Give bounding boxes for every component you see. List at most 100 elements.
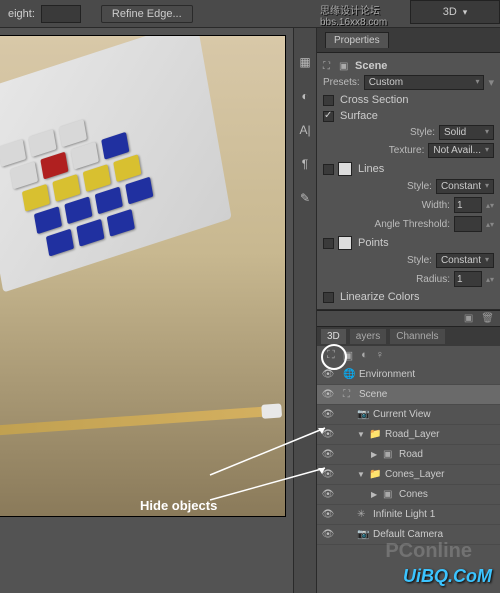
properties-tab[interactable]: Properties: [325, 32, 389, 48]
radius-label: Radius:: [341, 274, 450, 285]
tree-item-label: Road_Layer: [385, 429, 439, 440]
tree-item-infinite-light-1[interactable]: 👁 ✳ Infinite Light 1: [317, 505, 500, 525]
angle-threshold-label: Angle Threshold:: [341, 219, 450, 230]
cross-section-checkbox[interactable]: [323, 95, 334, 106]
tree-item-current-view[interactable]: 👁 📷 Current View: [317, 405, 500, 425]
image-content-pencil: [0, 406, 270, 436]
3d-tree: 👁🌐Environment👁⛶Scene👁📷Current View👁▼📁Roa…: [317, 365, 500, 593]
surface-label: Surface: [340, 110, 378, 122]
tree-item-label: Environment: [359, 369, 415, 380]
height-label: eight:: [8, 8, 35, 20]
trash-icon[interactable]: 🗑: [481, 313, 494, 324]
properties-panel-tabs: Properties: [317, 28, 500, 53]
points-color-swatch[interactable]: [338, 236, 352, 250]
visibility-eye-icon[interactable]: 👁: [321, 468, 335, 482]
filter-mesh-icon[interactable]: ▣: [343, 349, 353, 362]
properties-footer: ▣ 🗑: [317, 310, 500, 326]
tool-presets-icon[interactable]: ✎: [297, 190, 313, 206]
lines-style-dropdown[interactable]: Constant: [436, 179, 494, 194]
width-stepper-icon[interactable]: ▴▾: [486, 201, 494, 210]
visibility-eye-icon[interactable]: 👁: [321, 428, 335, 442]
adjustments-icon[interactable]: ◐: [297, 88, 313, 104]
tree-item-cones[interactable]: 👁 ▶ ▣ Cones: [317, 485, 500, 505]
disclosure-triangle-icon[interactable]: ▶: [371, 450, 379, 459]
visibility-eye-icon[interactable]: 👁: [321, 448, 335, 462]
tree-item-environment[interactable]: 👁 🌐 Environment: [317, 365, 500, 385]
tree-item-label: Scene: [359, 389, 387, 400]
visibility-eye-icon[interactable]: 👁: [321, 388, 335, 402]
width-field[interactable]: [454, 197, 482, 213]
tree-item-label: Cones_Layer: [385, 469, 444, 480]
disclosure-triangle-icon[interactable]: ▼: [357, 430, 365, 439]
points-label: Points: [358, 237, 389, 249]
angle-stepper-icon[interactable]: ▴▾: [486, 220, 494, 229]
collapsed-panel-strip: ▦ ◐ A| ¶ ✎: [293, 28, 317, 593]
refine-edge-button[interactable]: Refine Edge...: [101, 5, 193, 23]
tree-item-label: Road: [399, 449, 423, 460]
render-icon[interactable]: ▣: [464, 313, 473, 324]
light-icon: ✳: [357, 509, 369, 521]
lines-style-label: Style:: [341, 181, 432, 192]
tab-layers[interactable]: ayers: [350, 329, 386, 344]
image-content-calculator: [0, 36, 232, 293]
angle-threshold-field[interactable]: [454, 216, 482, 232]
visibility-eye-icon[interactable]: 👁: [321, 368, 335, 382]
visibility-eye-icon[interactable]: 👁: [321, 528, 335, 542]
texture-dropdown[interactable]: Not Avail...: [428, 143, 494, 158]
workspace-dropdown[interactable]: 3D: [410, 0, 500, 24]
height-field[interactable]: [41, 5, 81, 23]
tree-item-road-layer[interactable]: 👁▼📁Road_Layer: [317, 425, 500, 445]
visibility-eye-icon[interactable]: 👁: [321, 488, 335, 502]
properties-title: Scene: [355, 60, 387, 72]
presets-dropdown[interactable]: Custom: [364, 75, 485, 90]
tree-item-cones-layer[interactable]: 👁▼📁Cones_Layer: [317, 465, 500, 485]
globe-icon: 🌐: [343, 369, 355, 381]
workspace-label: 3D: [443, 6, 457, 18]
tree-item-label: Default Camera: [373, 529, 443, 540]
filter-light-icon[interactable]: ♀: [376, 349, 384, 362]
tree-item-default-camera[interactable]: 👁 📷 Default Camera: [317, 525, 500, 545]
surface-style-label: Style:: [341, 127, 435, 138]
radius-field[interactable]: [454, 271, 482, 287]
surface-style-dropdown[interactable]: Solid: [439, 125, 494, 140]
tree-item-road[interactable]: 👁 ▶ ▣ Road: [317, 445, 500, 465]
camera-icon: 📷: [357, 409, 369, 421]
points-style-dropdown[interactable]: Constant: [436, 253, 494, 268]
document-canvas[interactable]: [0, 36, 285, 516]
radius-stepper-icon[interactable]: ▴▾: [486, 275, 494, 284]
tree-item-label: Infinite Light 1: [373, 509, 435, 520]
linearize-checkbox[interactable]: [323, 292, 334, 303]
paragraph-icon[interactable]: ¶: [297, 156, 313, 172]
tab-3d[interactable]: 3D: [321, 329, 346, 344]
tree-item-label: Cones: [399, 489, 428, 500]
camera-icon: 📷: [357, 529, 369, 541]
preset-menu-icon[interactable]: ▾: [488, 76, 494, 89]
presets-label: Presets:: [323, 77, 360, 88]
mesh-icon: ▣: [383, 449, 395, 461]
points-checkbox[interactable]: [323, 238, 334, 249]
mesh-icon: ▣: [339, 60, 351, 72]
swatches-icon[interactable]: ▦: [297, 54, 313, 70]
properties-panel: ⛶ ▣ Scene Presets: Custom ▾ Cross Sectio…: [317, 53, 500, 310]
linearize-label: Linearize Colors: [340, 291, 419, 303]
text-icon[interactable]: A|: [297, 122, 313, 138]
disclosure-triangle-icon[interactable]: ▶: [371, 490, 379, 499]
filter-material-icon[interactable]: ◐: [361, 349, 368, 362]
filter-scene-icon[interactable]: ⛶: [327, 349, 335, 362]
texture-label: Texture:: [341, 145, 424, 156]
surface-checkbox[interactable]: [323, 111, 334, 122]
visibility-eye-icon[interactable]: 👁: [321, 408, 335, 422]
mesh-icon: ▣: [383, 489, 395, 501]
3d-filter-icons: ⛶ ▣ ◐ ♀: [317, 346, 500, 365]
tree-item-scene[interactable]: 👁⛶Scene: [317, 385, 500, 405]
lines-color-swatch[interactable]: [338, 162, 352, 176]
tab-channels[interactable]: Channels: [390, 329, 444, 344]
cross-section-label: Cross Section: [340, 94, 408, 106]
width-label: Width:: [341, 200, 450, 211]
disclosure-triangle-icon[interactable]: ▼: [357, 470, 365, 479]
lines-checkbox[interactable]: [323, 164, 334, 175]
tree-item-label: Current View: [373, 409, 431, 420]
visibility-eye-icon[interactable]: 👁: [321, 508, 335, 522]
canvas-wrap: [0, 28, 293, 593]
points-style-label: Style:: [341, 255, 432, 266]
